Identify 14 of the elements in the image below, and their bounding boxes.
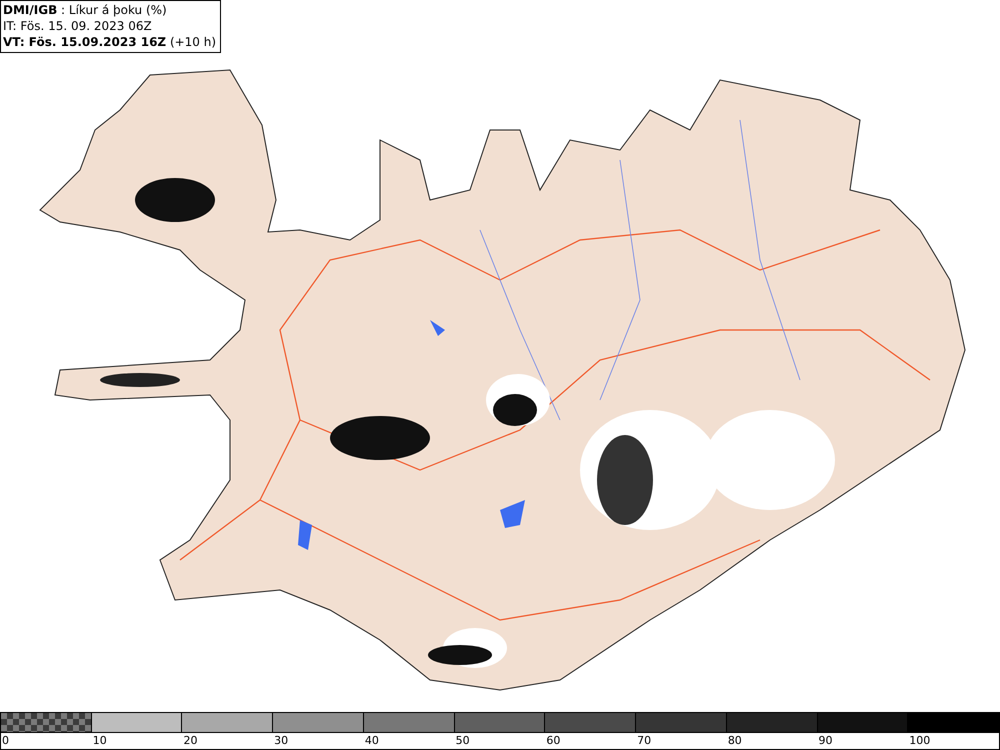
- legend-tick-label: 50: [454, 733, 470, 749]
- legend-tick-label: 90: [818, 733, 833, 749]
- legend-tick-label: 30: [273, 733, 288, 749]
- legend-tick-label: 60: [545, 733, 560, 749]
- legend-tick-label: 80: [726, 733, 742, 749]
- legend-tick-label: 20: [182, 733, 198, 749]
- map-title-line: IT: Fös. 15. 09. 2023 06Z: [3, 18, 153, 34]
- legend-tick-label: 10: [92, 733, 107, 749]
- legend-tick-label: 100: [908, 733, 930, 749]
- legend-tick-label: 70: [636, 733, 652, 749]
- map-title-line: VT: Fös. 15.09.2023 16Z (+10 h): [3, 34, 216, 50]
- map-title-line: DMI/IGB : Líkur á þoku (%): [3, 2, 168, 18]
- legend-tick-label: 0: [1, 733, 9, 749]
- legend-tick-label: 40: [364, 733, 379, 749]
